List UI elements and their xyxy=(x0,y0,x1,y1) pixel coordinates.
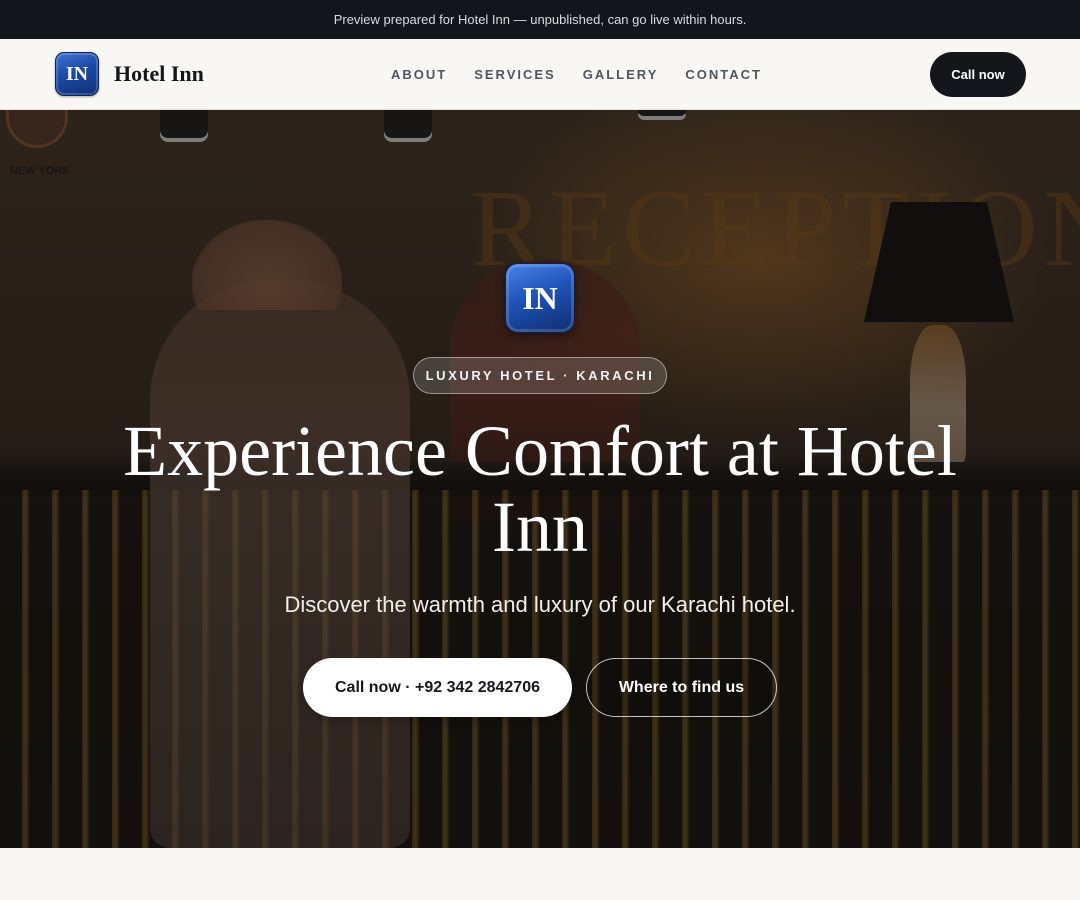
main-nav: ABOUT SERVICES GALLERY CONTACT xyxy=(391,39,789,109)
brand-name[interactable]: Hotel Inn xyxy=(114,61,204,87)
hero-section: RECEPTION NEW YORK IN LUXURY HOTEL · KAR… xyxy=(0,110,1080,848)
nav-link-contact[interactable]: CONTACT xyxy=(685,67,762,82)
site-header: IN Hotel Inn ABOUT SERVICES GALLERY CONT… xyxy=(0,39,1080,110)
preview-banner-text: Preview prepared for Hotel Inn — unpubli… xyxy=(333,12,747,27)
nav-link-about[interactable]: ABOUT xyxy=(391,67,447,82)
preview-banner: Preview prepared for Hotel Inn — unpubli… xyxy=(0,0,1080,39)
hero-subheading: Discover the warmth and luxury of our Ka… xyxy=(284,592,796,617)
find-us-button[interactable]: Where to find us xyxy=(586,658,777,717)
call-now-button[interactable]: Call now xyxy=(930,52,1026,97)
nav-link-services[interactable]: SERVICES xyxy=(474,67,556,82)
brand[interactable]: IN Hotel Inn xyxy=(55,52,204,96)
hero-headline: Experience Comfort at Hotel Inn xyxy=(123,411,957,567)
next-section xyxy=(0,848,1080,900)
call-phone-button[interactable]: Call now · +92 342 2842706 xyxy=(303,658,572,717)
hero-eyebrow-badge: LUXURY HOTEL · KARACHI xyxy=(413,357,667,394)
hero-logo-icon: IN xyxy=(505,263,575,333)
hotel-logo-icon[interactable]: IN xyxy=(55,52,99,96)
nav-link-gallery[interactable]: GALLERY xyxy=(583,67,659,82)
